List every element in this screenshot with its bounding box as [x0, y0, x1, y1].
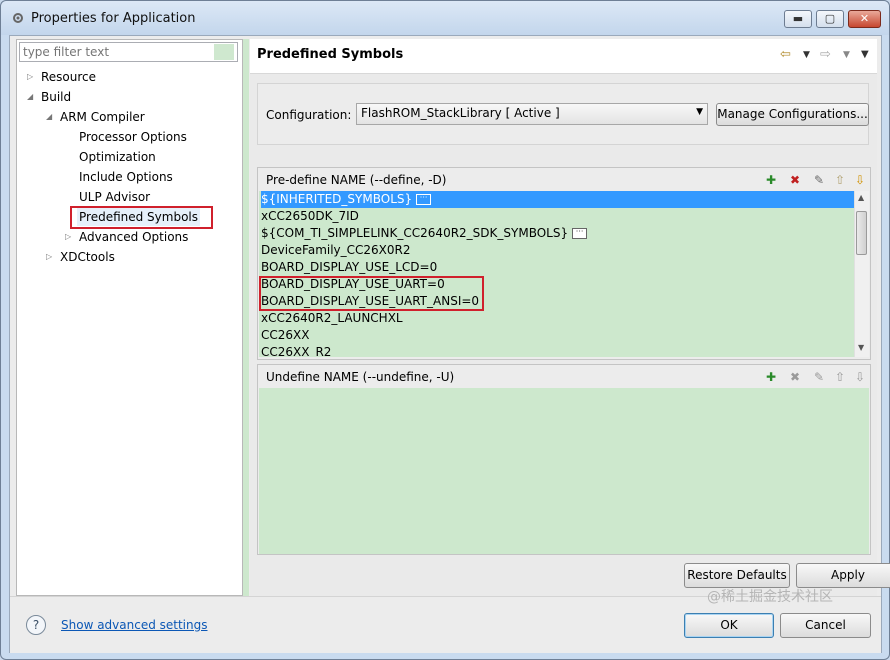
- edit-icon[interactable]: ✎: [811, 369, 827, 385]
- filter-input[interactable]: [19, 42, 238, 62]
- properties-window: Properties for Application ▬ ▢ ✕ ▷Resour…: [0, 0, 890, 660]
- forward-icon[interactable]: ⇨: [820, 47, 831, 62]
- predefine-list[interactable]: ${INHERITED_SYMBOLS} ··· xCC2650DK_7ID ${…: [259, 191, 869, 357]
- list-item[interactable]: xCC2640R2_LAUNCHXL: [261, 310, 403, 327]
- scroll-down-icon[interactable]: ▼: [858, 343, 864, 352]
- predefine-title: Pre-define NAME (--define, -D): [266, 173, 447, 187]
- scroll-thumb[interactable]: [856, 211, 867, 255]
- configuration-group: Configuration: FlashROM_StackLibrary [ A…: [257, 83, 869, 145]
- apply-button[interactable]: Apply: [796, 563, 890, 588]
- list-item[interactable]: ${INHERITED_SYMBOLS} ···: [261, 191, 859, 208]
- panel-splitter[interactable]: [243, 39, 249, 596]
- list-item[interactable]: xCC2650DK_7ID: [261, 208, 359, 225]
- configuration-label: Configuration:: [266, 108, 352, 122]
- undefine-title: Undefine NAME (--undefine, -U): [266, 370, 455, 384]
- minimize-icon: ▬: [792, 12, 804, 25]
- list-item[interactable]: ${COM_TI_SIMPLELINK_CC2640R2_SDK_SYMBOLS…: [261, 225, 588, 242]
- view-menu-icon[interactable]: ▼: [861, 49, 869, 60]
- tree-item-resource[interactable]: ▷ Resource: [27, 68, 96, 86]
- page-body: Configuration: FlashROM_StackLibrary [ A…: [250, 74, 890, 596]
- delete-icon[interactable]: ✖: [787, 172, 803, 188]
- add-icon[interactable]: ✚: [763, 369, 779, 385]
- tree-item-ulp-advisor[interactable]: ULP Advisor: [79, 188, 150, 206]
- more-icon[interactable]: ···: [572, 228, 588, 239]
- undefine-group: Undefine NAME (--undefine, -U) ✚ ✖ ✎ ⇧ ⇩: [257, 364, 871, 555]
- tree-item-build[interactable]: ◢ Build: [27, 88, 71, 106]
- expand-icon[interactable]: ▷: [27, 68, 33, 86]
- tree-item-processor-options[interactable]: Processor Options: [79, 128, 187, 146]
- chevron-down-icon: ▼: [696, 107, 703, 117]
- page-header: Predefined Symbols ⇦ ▼ ⇨ ▼ ▼: [250, 39, 877, 74]
- minimize-button[interactable]: ▬: [784, 10, 812, 28]
- maximize-icon: ▢: [824, 12, 836, 25]
- window-title: Properties for Application: [31, 11, 196, 26]
- edit-icon[interactable]: ✎: [811, 172, 827, 188]
- page-title: Predefined Symbols: [257, 47, 404, 62]
- list-item[interactable]: BOARD_DISPLAY_USE_LCD=0: [261, 259, 437, 276]
- forward-menu-icon[interactable]: ▼: [843, 50, 850, 60]
- manage-configurations-button[interactable]: Manage Configurations...: [716, 103, 869, 126]
- highlight-box: [259, 276, 484, 311]
- close-icon: ✕: [859, 12, 870, 25]
- tree-item-optimization[interactable]: Optimization: [79, 148, 156, 166]
- more-icon[interactable]: ···: [416, 194, 432, 205]
- add-icon[interactable]: ✚: [763, 172, 779, 188]
- tree-item-include-options[interactable]: Include Options: [79, 168, 173, 186]
- title-bar[interactable]: Properties for Application ▬ ▢ ✕: [1, 1, 889, 35]
- gear-icon: [13, 13, 23, 23]
- tree-item-arm-compiler[interactable]: ◢ ARM Compiler: [46, 108, 145, 126]
- move-down-icon[interactable]: ⇩: [852, 172, 868, 188]
- navigation-panel: ▷Resource ◢Build ◢ARM Compiler Processor…: [16, 39, 243, 596]
- list-item[interactable]: CC26XX_R2: [261, 344, 331, 357]
- move-down-icon[interactable]: ⇩: [852, 369, 868, 385]
- configuration-select[interactable]: FlashROM_StackLibrary [ Active ] ▼: [356, 103, 708, 125]
- show-advanced-settings-link[interactable]: Show advanced settings: [61, 618, 208, 632]
- tree-item-advanced-options[interactable]: ▷ Advanced Options: [65, 228, 188, 246]
- configuration-value: FlashROM_StackLibrary [ Active ]: [361, 106, 560, 120]
- properties-page: Predefined Symbols ⇦ ▼ ⇨ ▼ ▼ Configurati…: [250, 39, 890, 596]
- dialog-client: ▷Resource ◢Build ◢ARM Compiler Processor…: [9, 35, 890, 653]
- expand-icon[interactable]: ▷: [46, 248, 52, 266]
- maximize-button[interactable]: ▢: [816, 10, 844, 28]
- delete-icon[interactable]: ✖: [787, 369, 803, 385]
- back-menu-icon[interactable]: ▼: [803, 50, 810, 60]
- move-up-icon[interactable]: ⇧: [832, 172, 848, 188]
- vertical-scrollbar[interactable]: ▲ ▼: [854, 191, 869, 357]
- highlight-box: [70, 206, 213, 229]
- scroll-up-icon[interactable]: ▲: [858, 193, 864, 202]
- list-item[interactable]: DeviceFamily_CC26X0R2: [261, 242, 411, 259]
- ok-button[interactable]: OK: [684, 613, 774, 638]
- watermark: @稀土掘金技术社区: [707, 589, 833, 605]
- predefine-group: Pre-define NAME (--define, -D) ✚ ✖ ✎ ⇧ ⇩…: [257, 167, 871, 360]
- collapse-icon[interactable]: ◢: [46, 108, 52, 126]
- clear-filter-icon[interactable]: [214, 44, 234, 60]
- list-item[interactable]: CC26XX: [261, 327, 309, 344]
- restore-defaults-button[interactable]: Restore Defaults: [684, 563, 790, 588]
- undefine-list[interactable]: [259, 388, 869, 554]
- cancel-button[interactable]: Cancel: [780, 613, 871, 638]
- move-up-icon[interactable]: ⇧: [832, 369, 848, 385]
- expand-icon[interactable]: ▷: [65, 228, 71, 246]
- collapse-icon[interactable]: ◢: [27, 88, 33, 106]
- help-icon[interactable]: ?: [26, 615, 46, 635]
- back-icon[interactable]: ⇦: [780, 47, 791, 62]
- close-button[interactable]: ✕: [848, 10, 881, 28]
- tree-item-xdctools[interactable]: ▷ XDCtools: [46, 248, 115, 266]
